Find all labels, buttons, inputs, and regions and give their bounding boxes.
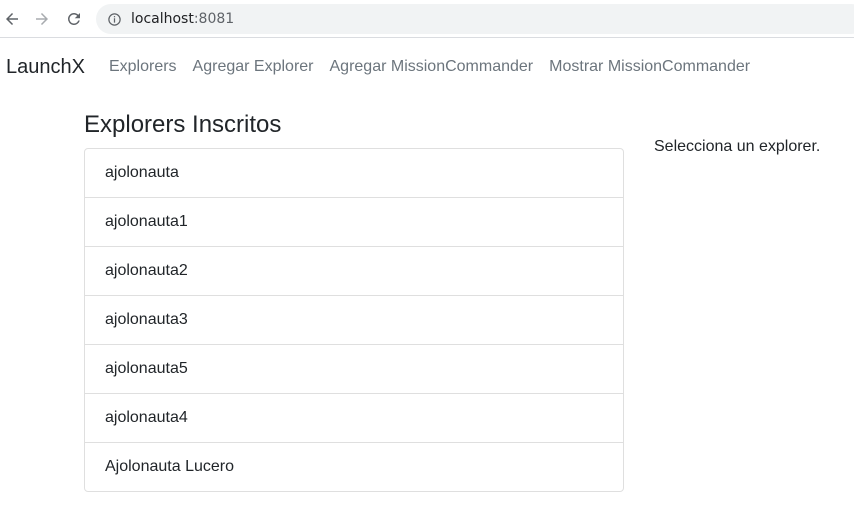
arrow-right-icon [36, 13, 48, 25]
explorers-list: ajolonauta ajolonauta1 ajolonauta2 ajolo… [84, 148, 624, 492]
reload-button[interactable] [63, 8, 85, 30]
address-bar[interactable]: localhost:8081 [96, 4, 854, 34]
app-navbar: LaunchX Explorers Agregar Explorer Agreg… [0, 39, 854, 95]
url-port: :8081 [193, 11, 235, 27]
list-item[interactable]: Ajolonauta Lucero [85, 443, 623, 491]
info-icon[interactable] [106, 11, 122, 27]
nav-link-agregar-missioncommander[interactable]: Agregar MissionCommander [322, 58, 542, 76]
reload-icon [67, 12, 80, 25]
select-explorer-message: Selecciona un explorer. [654, 138, 821, 155]
list-item[interactable]: ajolonauta2 [85, 247, 623, 296]
nav-link-agregar-explorer[interactable]: Agregar Explorer [185, 58, 322, 76]
nav-link-explorers[interactable]: Explorers [101, 58, 185, 76]
list-item[interactable]: ajolonauta4 [85, 394, 623, 443]
list-item[interactable]: ajolonauta5 [85, 345, 623, 394]
back-button[interactable] [1, 8, 23, 30]
brand-link[interactable]: LaunchX [6, 56, 85, 79]
list-item[interactable]: ajolonauta1 [85, 198, 623, 247]
url-host: localhost [131, 11, 194, 27]
browser-toolbar: localhost:8081 [0, 0, 854, 38]
nav-link-mostrar-missioncommander[interactable]: Mostrar MissionCommander [541, 58, 758, 76]
list-item[interactable]: ajolonauta [85, 149, 623, 198]
list-item[interactable]: ajolonauta3 [85, 296, 623, 345]
url-text: localhost:8081 [131, 11, 234, 27]
forward-button[interactable] [31, 8, 53, 30]
arrow-left-icon [6, 13, 18, 25]
page-title: Explorers Inscritos [84, 111, 282, 138]
